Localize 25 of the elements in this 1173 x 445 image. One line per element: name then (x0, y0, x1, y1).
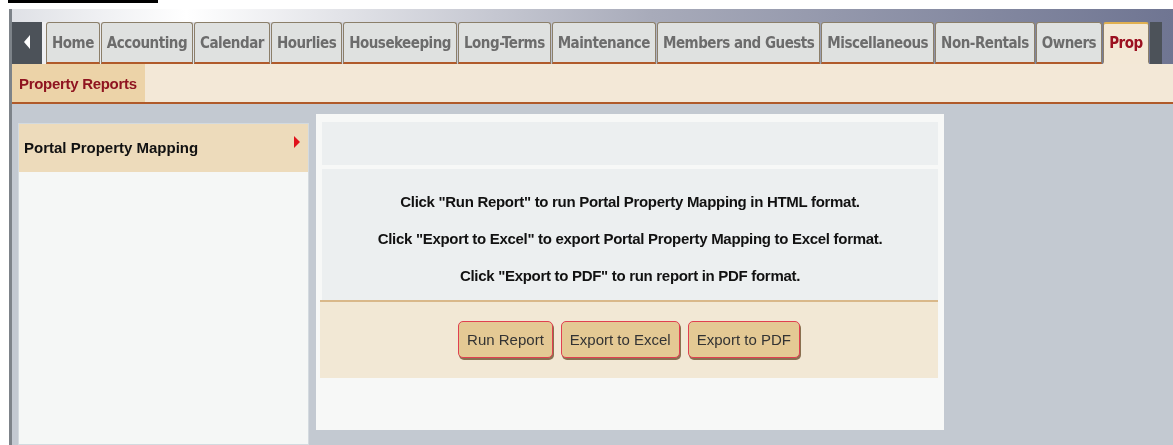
nav-tab[interactable]: Miscellaneous (821, 22, 935, 65)
nav-tab[interactable]: Hourlies (270, 22, 343, 65)
sidebar-item-label: Portal Property Mapping (24, 139, 199, 157)
nav-tab[interactable]: Owners (1035, 22, 1103, 65)
nav-tab[interactable]: Members and Guests (657, 22, 821, 65)
nav-tab[interactable]: Long-Terms (458, 22, 551, 65)
back-button[interactable] (12, 22, 42, 65)
nav-tab[interactable]: Accounting (100, 22, 194, 65)
sidebar-item[interactable]: Portal Property Mapping (19, 124, 308, 172)
nav-tab[interactable]: Calendar (194, 22, 270, 65)
back-arrow-icon (23, 34, 31, 51)
nav-tab[interactable]: Maintenance (551, 22, 657, 65)
nav-tab[interactable]: Prop (1103, 22, 1149, 65)
sub-tab[interactable]: Property Reports (12, 64, 145, 102)
action-button[interactable]: Run Report (458, 321, 553, 359)
instruction-text: Click "Export to Excel" to export Portal Property Mapping to Excel format. (376, 230, 884, 247)
instruction-text: Click "Export to PDF" to run report in PDF format. (458, 267, 802, 284)
nav-tab[interactable]: Home (46, 22, 100, 65)
caret-icon (294, 136, 300, 148)
nav-tab[interactable]: Housekeeping (343, 22, 457, 65)
action-button[interactable]: Export to Excel (560, 321, 680, 359)
action-button[interactable]: Export to PDF (687, 321, 800, 359)
tab-bar-end (1149, 22, 1162, 65)
nav-tab[interactable]: Non-Rentals (935, 22, 1035, 65)
instruction-text: Click "Run Report" to run Portal Property Mapping in HTML format. (399, 193, 861, 210)
